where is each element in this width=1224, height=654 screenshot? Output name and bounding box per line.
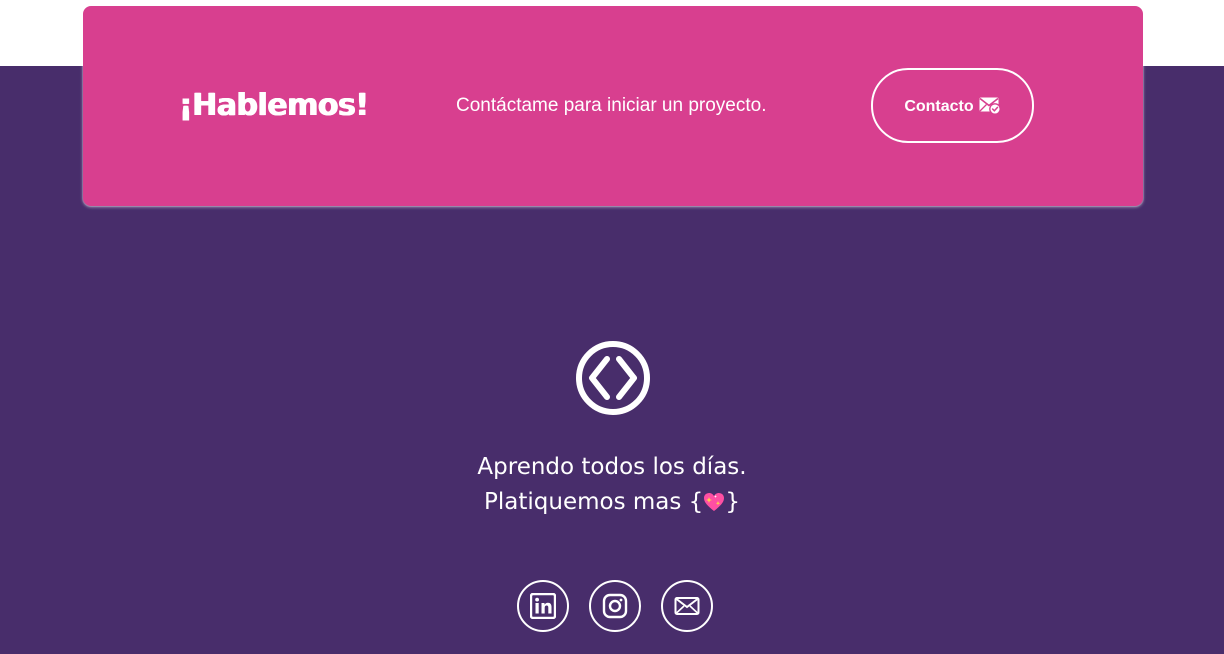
- contact-cta-card: ¡Hablemos! Contáctame para iniciar un pr…: [83, 6, 1143, 206]
- tagline-line-1: Aprendo todos los días.: [477, 454, 747, 480]
- footer-tagline: Aprendo todos los días. Platiquemos mas …: [412, 450, 812, 520]
- mail-check-icon: [979, 97, 1001, 115]
- tagline-line-2-prefix: Platiquemos mas {: [484, 489, 704, 515]
- instagram-link[interactable]: [589, 580, 641, 632]
- code-brackets-icon: [574, 340, 652, 416]
- social-links: [517, 580, 713, 632]
- sparkling-heart-icon: [703, 488, 725, 511]
- email-link[interactable]: [661, 580, 713, 632]
- linkedin-icon: [530, 593, 556, 619]
- contact-button[interactable]: Contacto: [871, 68, 1034, 143]
- tagline-line-2-suffix: }: [725, 489, 740, 515]
- cta-text: Contáctame para iniciar un proyecto.: [456, 95, 767, 116]
- contact-button-label: Contacto: [904, 97, 974, 115]
- mail-icon: [674, 596, 700, 616]
- cta-title: ¡Hablemos!: [179, 88, 369, 123]
- page: ¡Hablemos! Contáctame para iniciar un pr…: [0, 0, 1224, 654]
- linkedin-link[interactable]: [517, 580, 569, 632]
- instagram-icon: [602, 593, 628, 619]
- tagline-line-2: Platiquemos mas { }: [412, 485, 812, 520]
